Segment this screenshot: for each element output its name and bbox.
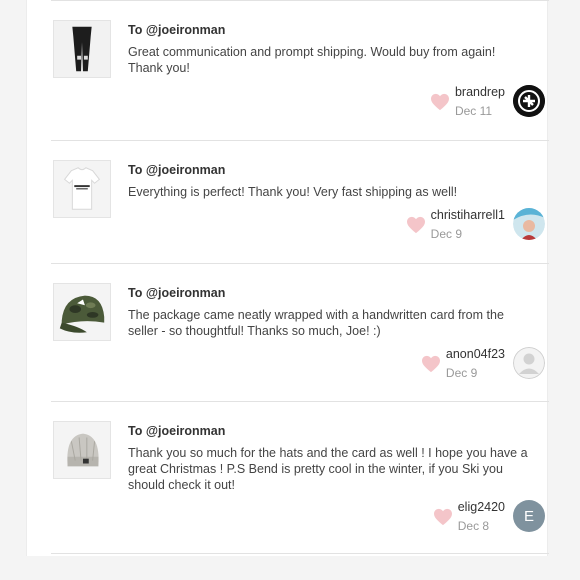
reviews-panel: To @joeironman Great communication and p… <box>26 0 549 556</box>
reviewer-avatar[interactable] <box>513 347 545 379</box>
white-tshirt-image[interactable] <box>53 160 111 218</box>
review-date: Dec 11 <box>454 103 493 118</box>
grey-beanie-image[interactable] <box>53 421 111 479</box>
reviewer-info: anon04f23 Dec 9 <box>446 346 505 381</box>
review-item: To @joeironman Thank you so much for the… <box>51 401 549 554</box>
heart-icon[interactable] <box>421 355 441 373</box>
review-date: Dec 8 <box>457 518 490 533</box>
review-text: Thank you so much for the hats and the c… <box>128 446 528 492</box>
black-pants-image[interactable] <box>53 20 111 78</box>
review-item: To @joeironman Great communication and p… <box>51 0 549 140</box>
review-recipient: To @joeironman <box>128 424 226 438</box>
reviewer-info: elig2420 Dec 8 <box>458 499 505 534</box>
review-item: To @joeironman Everything is perfect! Th… <box>51 140 549 263</box>
review-text: The package came neatly wrapped with a h… <box>128 308 504 338</box>
review-date: Dec 9 <box>430 226 463 241</box>
heart-icon[interactable] <box>406 216 426 234</box>
reviewer-username[interactable]: anon04f23 <box>446 346 505 362</box>
reviewer-info: christiharrell1 Dec 9 <box>431 207 505 242</box>
review-recipient: To @joeironman <box>128 163 226 177</box>
heart-icon[interactable] <box>433 508 453 526</box>
heart-icon[interactable] <box>430 93 450 111</box>
reviewer-avatar[interactable]: E <box>513 500 545 532</box>
review-item: To @joeironman The package came neatly w… <box>51 263 549 401</box>
review-meta: elig2420 Dec 8 E <box>433 496 545 536</box>
reviewer-username[interactable]: christiharrell1 <box>431 207 505 223</box>
camo-cap-image[interactable] <box>53 283 111 341</box>
reviewer-avatar[interactable] <box>513 208 545 240</box>
reviewer-avatar[interactable] <box>513 85 545 117</box>
review-date: Dec 9 <box>445 365 478 380</box>
review-meta: anon04f23 Dec 9 <box>421 343 545 383</box>
reviewer-username[interactable]: brandrep <box>455 84 505 100</box>
reviewer-username[interactable]: elig2420 <box>458 499 505 515</box>
reviewer-info: brandrep Dec 11 <box>455 84 505 119</box>
review-text: Great communication and prompt shipping.… <box>128 45 496 75</box>
avatar-letter: E <box>523 507 534 525</box>
review-recipient: To @joeironman <box>128 23 226 37</box>
review-text: Everything is perfect! Thank you! Very f… <box>128 185 458 199</box>
review-meta: christiharrell1 Dec 9 <box>406 204 545 244</box>
review-recipient: To @joeironman <box>128 286 226 300</box>
review-meta: brandrep Dec 11 <box>430 81 545 121</box>
